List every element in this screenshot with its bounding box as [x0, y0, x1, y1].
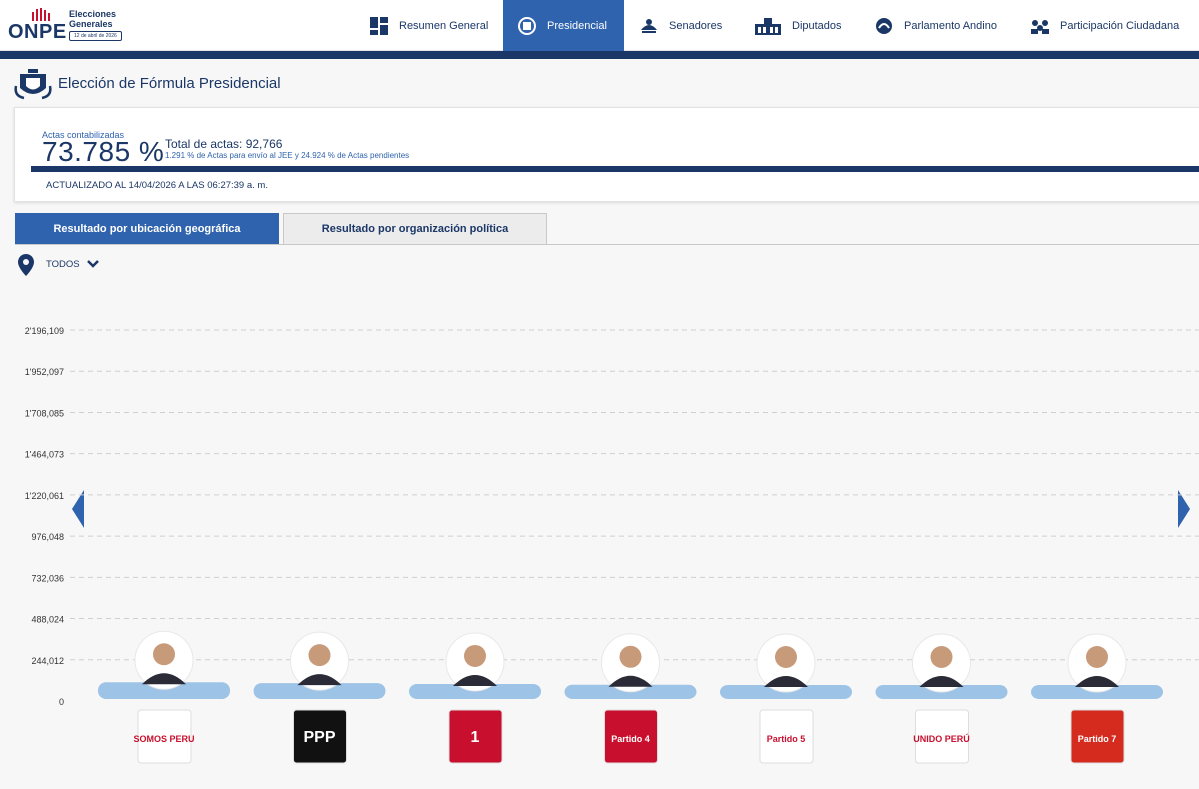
y-tick-label: 1'220,061 [25, 491, 64, 501]
voting-hand-icon [32, 8, 50, 21]
andean-parliament-icon [876, 17, 892, 34]
party-logo-label: UNIDO PERÚ [913, 733, 970, 744]
top-navigation-bar: ONPE Elecciones Generales 12 de abril de… [0, 0, 1199, 51]
nav-parlamento-andino[interactable]: Parlamento Andino [874, 0, 997, 51]
y-tick-label: 976,048 [31, 532, 64, 542]
candidate-face [619, 645, 642, 668]
summary-card: Actas contabilizadas 73.785 % Total de a… [14, 107, 1199, 202]
nav-label: Resumen General [399, 19, 489, 32]
actas-detail: 1.291 % de Actas para envío al JEE y 24.… [165, 151, 410, 160]
y-tick-label: 244,012 [31, 656, 64, 666]
actas-percentage: 73.785 % [42, 136, 165, 167]
party-logo-label: 1 [471, 729, 480, 746]
y-tick-label: 2'196,109 [25, 326, 64, 336]
election-title: Elecciones Generales [69, 9, 117, 29]
nav-resumen-general[interactable]: Resumen General [369, 0, 488, 51]
congress-building-icon [755, 17, 781, 35]
last-updated: ACTUALIZADO AL 14/04/2026 A LAS 06:27:39… [46, 180, 268, 191]
candidate-face [775, 646, 797, 668]
candidate-face [1086, 646, 1108, 668]
y-tick-label: 1'464,073 [25, 450, 64, 460]
location-pin-icon [18, 254, 34, 276]
logo-text: ONPE [8, 21, 67, 43]
y-tick-label: 1'952,097 [25, 367, 64, 377]
nav-label: Participación Ciudadana [1060, 19, 1180, 32]
total-actas: Total de actas: 92,766 [165, 137, 283, 151]
y-tick-label: 732,036 [31, 573, 64, 583]
party-logo-label: PPP [303, 729, 335, 746]
actas-progress-bar [31, 166, 1199, 172]
header-divider [0, 51, 1199, 59]
onpe-logo[interactable]: ONPE Elecciones Generales 12 de abril de… [8, 6, 138, 46]
candidate-face [464, 644, 486, 667]
senators-icon [641, 18, 657, 33]
dashboard-icon [370, 16, 388, 35]
candidate-face [308, 644, 331, 667]
nav-label: Senadores [669, 19, 723, 32]
party-logo-label: Partido 4 [611, 734, 650, 744]
party-logo-label: Partido 5 [767, 734, 806, 744]
chevron-down-icon[interactable] [87, 259, 99, 269]
results-bar-chart: 0 244,012 488,024 732,036 976,048 1'220,061 1'… [25, 326, 1199, 764]
nav-presidencial[interactable]: Presidencial [503, 0, 624, 51]
peru-coat-of-arms-icon [14, 69, 52, 100]
nav-label: Presidencial [547, 19, 607, 32]
tabs-divider [15, 244, 1199, 245]
party-logo-label: SOMOS PERU [133, 734, 194, 744]
nav-participacion-ciudadana[interactable]: Participación Ciudadana [1030, 0, 1179, 51]
page-title: Elección de Fórmula Presidencial [58, 75, 281, 92]
presidential-crest-icon [518, 16, 536, 35]
y-tick-label: 0 [59, 697, 64, 707]
nav-label: Diputados [792, 19, 842, 32]
candidate-face [930, 646, 953, 668]
location-filter-value[interactable]: TODOS [46, 259, 80, 270]
election-date-badge: 12 de abril de 2026 [69, 31, 122, 41]
nav-label: Parlamento Andino [904, 19, 997, 32]
party-logo-label: Partido 7 [1078, 734, 1117, 744]
nav-senadores[interactable]: Senadores [639, 0, 722, 51]
candidate-face [153, 643, 175, 666]
nav-diputados[interactable]: Diputados [754, 0, 842, 51]
citizens-icon [1031, 19, 1049, 34]
tab-resultado-organizacion[interactable]: Resultado por organización política [283, 213, 547, 245]
y-tick-label: 1'708,085 [25, 408, 64, 418]
y-tick-label: 488,024 [31, 615, 64, 625]
tab-resultado-geografico[interactable]: Resultado por ubicación geográfica [15, 213, 279, 245]
